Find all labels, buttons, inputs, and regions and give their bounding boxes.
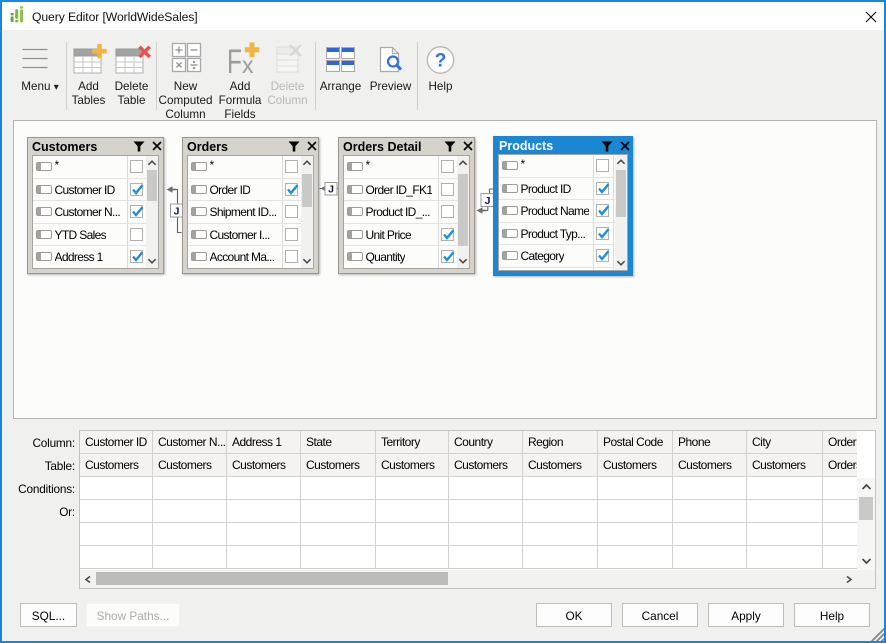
svg-text:J: J [485, 195, 491, 207]
svg-text:J: J [328, 184, 334, 196]
svg-text:?: ? [435, 50, 447, 71]
svg-text:F: F [227, 43, 242, 74]
svg-text:J: J [174, 206, 180, 218]
